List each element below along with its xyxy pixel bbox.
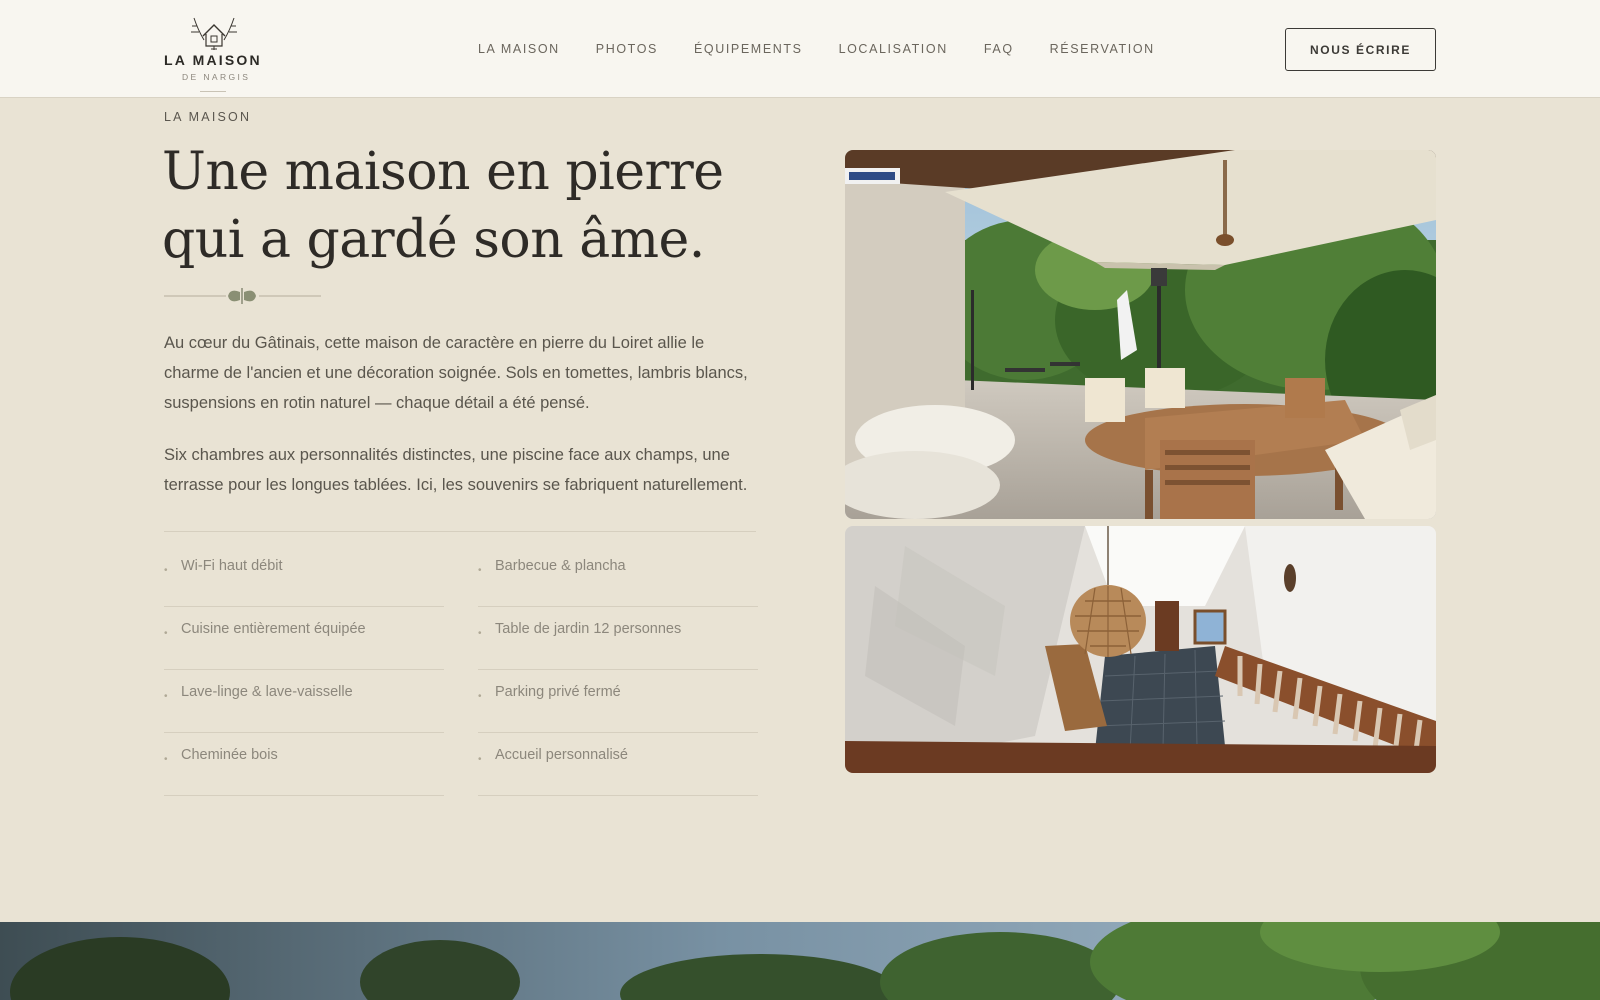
logo-title: LA MAISON [164,52,262,68]
section-headline: Une maison en pierre qui a gardé son âme… [162,138,782,274]
nav-link-localisation[interactable]: LOCALISATION [839,42,948,56]
bullet-icon: • [164,628,168,639]
site-header: LA MAISON DE NARGIS LA MAISON PHOTOS ÉQU… [0,0,1600,98]
feature-label: Cuisine entièrement équipée [181,621,366,637]
bullet-icon: • [478,754,482,765]
staircase-photo[interactable] [845,526,1436,773]
feature-label: Lave-linge & lave-vaisselle [181,684,353,700]
feature-item: • Lave-linge & lave-vaisselle [164,670,444,733]
feature-item: • Wi-Fi haut débit [164,544,444,607]
bullet-icon: • [164,691,168,702]
logo-divider [200,91,226,92]
section-eyebrow: LA MAISON [164,110,252,124]
bullet-icon: • [164,754,168,765]
feature-item: • Barbecue & plancha [478,544,758,607]
nav-link-equipements[interactable]: ÉQUIPEMENTS [694,42,803,56]
feature-label: Parking privé fermé [495,684,621,700]
house-logo-icon [191,17,237,50]
nav-link-faq[interactable]: FAQ [984,42,1014,56]
headline-line-2: qui a gardé son âme. [162,210,705,270]
leaf-ornament-icon [164,288,321,304]
feature-label: Barbecue & plancha [495,558,626,574]
bullet-icon: • [478,691,482,702]
feature-label: Cheminée bois [181,747,278,763]
contact-button[interactable]: NOUS ÉCRIRE [1285,28,1436,71]
feature-label: Table de jardin 12 personnes [495,621,682,637]
feature-item: • Parking privé fermé [478,670,758,733]
details-paragraph: Six chambres aux personnalités distincte… [164,446,748,494]
intro-paragraph: Au cœur du Gâtinais, cette maison de car… [164,334,748,412]
nav-link-reservation[interactable]: RÉSERVATION [1050,42,1155,56]
feature-label: Wi-Fi haut débit [181,558,283,574]
logo-subtitle: DE NARGIS [182,72,251,82]
feature-item: • Table de jardin 12 personnes [478,607,758,670]
feature-item: • Cheminée bois [164,733,444,796]
feature-item: • Accueil personnalisé [478,733,758,796]
section-divider [164,531,756,532]
feature-item: • Cuisine entièrement équipée [164,607,444,670]
terrace-photo[interactable] [845,150,1436,519]
bullet-icon: • [478,565,482,576]
bullet-icon: • [164,565,168,576]
site-logo[interactable]: LA MAISON DE NARGIS [164,16,264,94]
garden-banner-photo [0,922,1600,1000]
headline-line-1: Une maison en pierre [162,142,724,202]
bullet-icon: • [478,628,482,639]
main-nav: LA MAISON PHOTOS ÉQUIPEMENTS LOCALISATIO… [478,42,1191,56]
nav-link-photos[interactable]: PHOTOS [596,42,658,56]
nav-link-la-maison[interactable]: LA MAISON [478,42,560,56]
feature-label: Accueil personnalisé [495,747,628,763]
